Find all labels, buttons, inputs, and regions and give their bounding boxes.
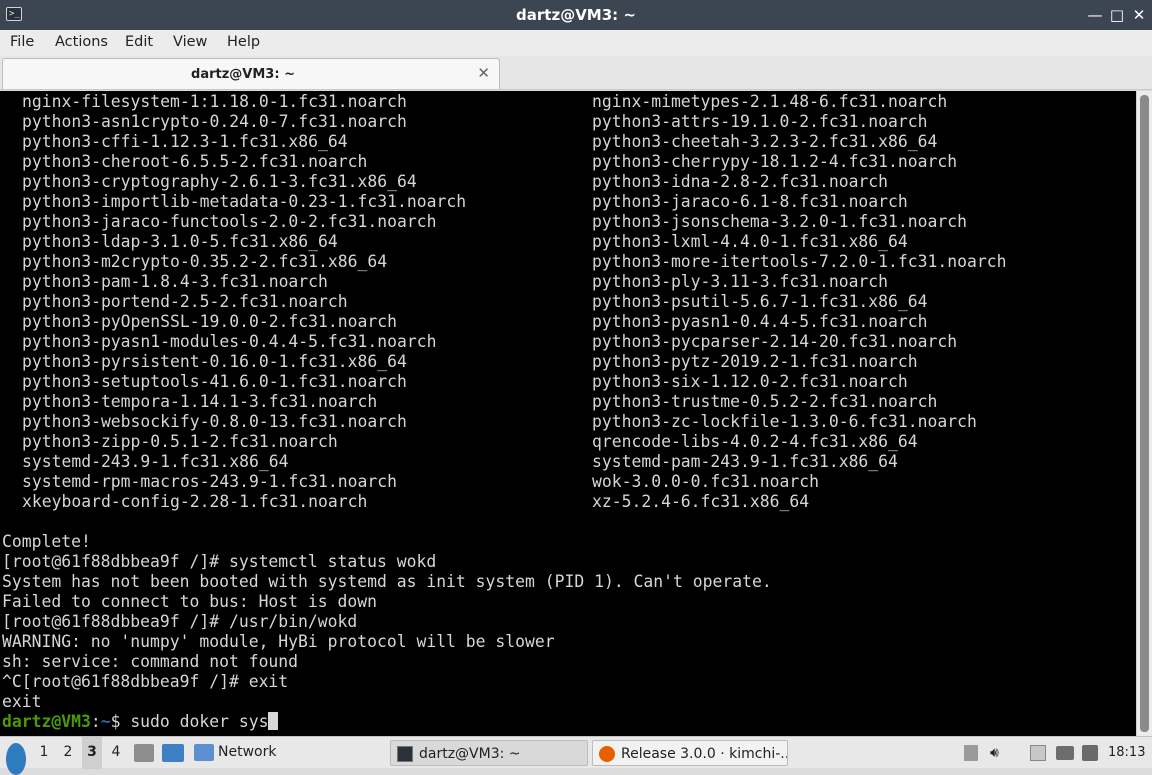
package-line-right: python3-cherrypy-18.1.2-4.fc31.noarch (592, 152, 958, 171)
package-line-right: python3-pyasn1-0.4.4-5.fc31.noarch (592, 312, 928, 331)
workspace-2[interactable]: 2 (58, 737, 78, 769)
firefox-icon (599, 746, 615, 762)
prompt-line: dartz@VM3:~$ sudo doker sys (2, 712, 279, 732)
terminal-line: System has not been booted with systemd … (2, 572, 772, 591)
workspace-3[interactable]: 3 (82, 737, 102, 769)
workspace-4[interactable]: 4 (106, 737, 126, 769)
package-line-left: python3-pyrsistent-0.16.0-1.fc31.x86_64 (22, 352, 407, 371)
close-button[interactable]: ✕ (1128, 4, 1150, 26)
prompt-separator: : (90, 712, 101, 731)
prompt-path: ~ (100, 712, 111, 731)
package-line-right: python3-zc-lockfile-1.3.0-6.fc31.noarch (592, 412, 977, 431)
task-firefox-label: Release 3.0.0 · kimchi-... (621, 746, 788, 762)
package-line-left: python3-pyOpenSSL-19.0.0-2.fc31.noarch (22, 312, 397, 331)
maximize-button[interactable]: □ (1106, 4, 1128, 26)
tab-bar: dartz@VM3: ~ ✕ (0, 56, 1152, 90)
package-line-left: python3-importlib-metadata-0.23-1.fc31.n… (22, 192, 467, 211)
package-line-right: wok-3.0.0-0.fc31.noarch (592, 472, 819, 491)
menu-view[interactable]: View (173, 34, 207, 50)
task-firefox[interactable]: Release 3.0.0 · kimchi-... (592, 740, 788, 766)
package-line-left: python3-zipp-0.5.1-2.fc31.noarch (22, 432, 338, 451)
package-line-left: python3-asn1crypto-0.24.0-7.fc31.noarch (22, 112, 407, 131)
scrollbar-thumb[interactable] (1140, 95, 1149, 732)
package-line-left: python3-pyasn1-modules-0.4.4-5.fc31.noar… (22, 332, 437, 351)
terminal-line: [root@61f88dbbea9f /]# systemctl status … (2, 552, 437, 571)
package-line-left: python3-pam-1.8.4-3.fc31.noarch (22, 272, 328, 291)
package-line-right: python3-attrs-19.1.0-2.fc31.noarch (592, 112, 928, 131)
typed-command: sudo doker sys (130, 712, 269, 731)
file-manager-launcher-icon[interactable] (134, 744, 154, 762)
package-line-left: python3-cryptography-2.6.1-3.fc31.x86_64 (22, 172, 417, 191)
notifications-icon[interactable] (1082, 745, 1098, 761)
folder-icon (194, 744, 214, 761)
terminal-line: sh: service: command not found (2, 652, 299, 671)
package-line-left: python3-cheroot-6.5.5-2.fc31.noarch (22, 152, 368, 171)
package-line-right: python3-lxml-4.4.0-1.fc31.x86_64 (592, 232, 908, 251)
clock[interactable]: 18:13 (1108, 737, 1145, 769)
task-terminal[interactable]: dartz@VM3: ~ (390, 740, 588, 766)
window-titlebar[interactable]: >_ dartz@VM3: ~ — □ ✕ (0, 0, 1152, 30)
start-menu-icon[interactable] (6, 743, 26, 775)
package-line-right: python3-pytz-2019.2-1.fc31.noarch (592, 352, 918, 371)
eject-icon[interactable] (964, 745, 978, 761)
package-line-right: qrencode-libs-4.0.2-4.fc31.x86_64 (592, 432, 918, 451)
menu-actions[interactable]: Actions (55, 34, 108, 50)
package-line-right: python3-psutil-5.6.7-1.fc31.x86_64 (592, 292, 928, 311)
terminal-line: exit (2, 692, 42, 711)
package-line-left: python3-cffi-1.12.3-1.fc31.x86_64 (22, 132, 348, 151)
package-line-left: python3-m2crypto-0.35.2-2.fc31.x86_64 (22, 252, 388, 271)
package-line-right: systemd-pam-243.9-1.fc31.x86_64 (592, 452, 898, 471)
package-line-right: python3-trustme-0.5.2-2.fc31.noarch (592, 392, 938, 411)
network-folder-label[interactable]: Network (218, 737, 276, 769)
package-line-left: python3-ldap-3.1.0-5.fc31.x86_64 (22, 232, 338, 251)
package-line-right: python3-jaraco-6.1-8.fc31.noarch (592, 192, 908, 211)
terminal-icon (397, 746, 413, 762)
package-line-left: xkeyboard-config-2.28-1.fc31.noarch (22, 492, 368, 511)
prompt-symbol: $ (110, 712, 131, 731)
tab-label: dartz@VM3: ~ (191, 67, 295, 82)
package-line-right: python3-jsonschema-3.2.0-1.fc31.noarch (592, 212, 967, 231)
terminal-line: [root@61f88dbbea9f /]# /usr/bin/wokd (2, 612, 358, 631)
prompt-user: dartz@VM3 (2, 712, 91, 731)
terminal-scrollbar[interactable] (1136, 91, 1152, 736)
package-line-left: python3-tempora-1.14.1-3.fc31.noarch (22, 392, 378, 411)
task-terminal-label: dartz@VM3: ~ (419, 746, 521, 762)
package-line-left: nginx-filesystem-1:1.18.0-1.fc31.noarch (22, 92, 407, 111)
package-line-right: python3-cheetah-3.2.3-2.fc31.x86_64 (592, 132, 938, 151)
clipboard-icon[interactable] (1030, 745, 1046, 761)
window-title: dartz@VM3: ~ (516, 6, 636, 24)
terminal-line: Failed to connect to bus: Host is down (2, 592, 377, 611)
package-line-left: python3-jaraco-functools-2.0-2.fc31.noar… (22, 212, 437, 231)
package-line-right: python3-pycparser-2.14-20.fc31.noarch (592, 332, 958, 351)
taskbar: 1 2 3 4 Network dartz@VM3: ~ Release 3.0… (0, 736, 1152, 775)
package-line-right: python3-six-1.12.0-2.fc31.noarch (592, 372, 908, 391)
desktop-launcher-icon[interactable] (162, 744, 184, 762)
package-line-right: python3-ply-3.11-3.fc31.noarch (592, 272, 889, 291)
terminal-output[interactable]: nginx-filesystem-1:1.18.0-1.fc31.noarch p… (0, 91, 1136, 736)
volume-icon[interactable]: 🔊︎ (990, 745, 1008, 761)
terminal-line: ^C[root@61f88dbbea9f /]# exit (2, 672, 289, 691)
menu-edit[interactable]: Edit (125, 34, 153, 50)
package-line-left: systemd-243.9-1.fc31.x86_64 (22, 452, 289, 471)
minimize-button[interactable]: — (1084, 4, 1106, 26)
package-line-right: xz-5.2.4-6.fc31.x86_64 (592, 492, 810, 511)
menu-file[interactable]: File (10, 34, 34, 50)
package-line-left: python3-portend-2.5-2.fc31.noarch (22, 292, 348, 311)
workspace-1[interactable]: 1 (34, 737, 54, 769)
package-line-left: python3-setuptools-41.6.0-1.fc31.noarch (22, 372, 407, 391)
terminal-line: WARNING: no 'numpy' module, HyBi protoco… (2, 632, 555, 651)
network-icon[interactable] (1056, 746, 1074, 760)
package-line-right: python3-more-itertools-7.2.0-1.fc31.noar… (592, 252, 1007, 271)
terminal-line: Complete! (2, 532, 91, 551)
text-cursor (268, 712, 279, 730)
package-line-right: nginx-mimetypes-2.1.48-6.fc31.noarch (592, 92, 948, 111)
menu-bar: File Actions Edit View Help (0, 30, 1152, 56)
tab-terminal[interactable]: dartz@VM3: ~ ✕ (2, 58, 500, 89)
package-line-left: python3-websockify-0.8.0-13.fc31.noarch (22, 412, 407, 431)
tab-close-icon[interactable]: ✕ (477, 64, 490, 82)
menu-help[interactable]: Help (227, 34, 260, 50)
package-line-left: systemd-rpm-macros-243.9-1.fc31.noarch (22, 472, 397, 491)
package-line-right: python3-idna-2.8-2.fc31.noarch (592, 172, 889, 191)
